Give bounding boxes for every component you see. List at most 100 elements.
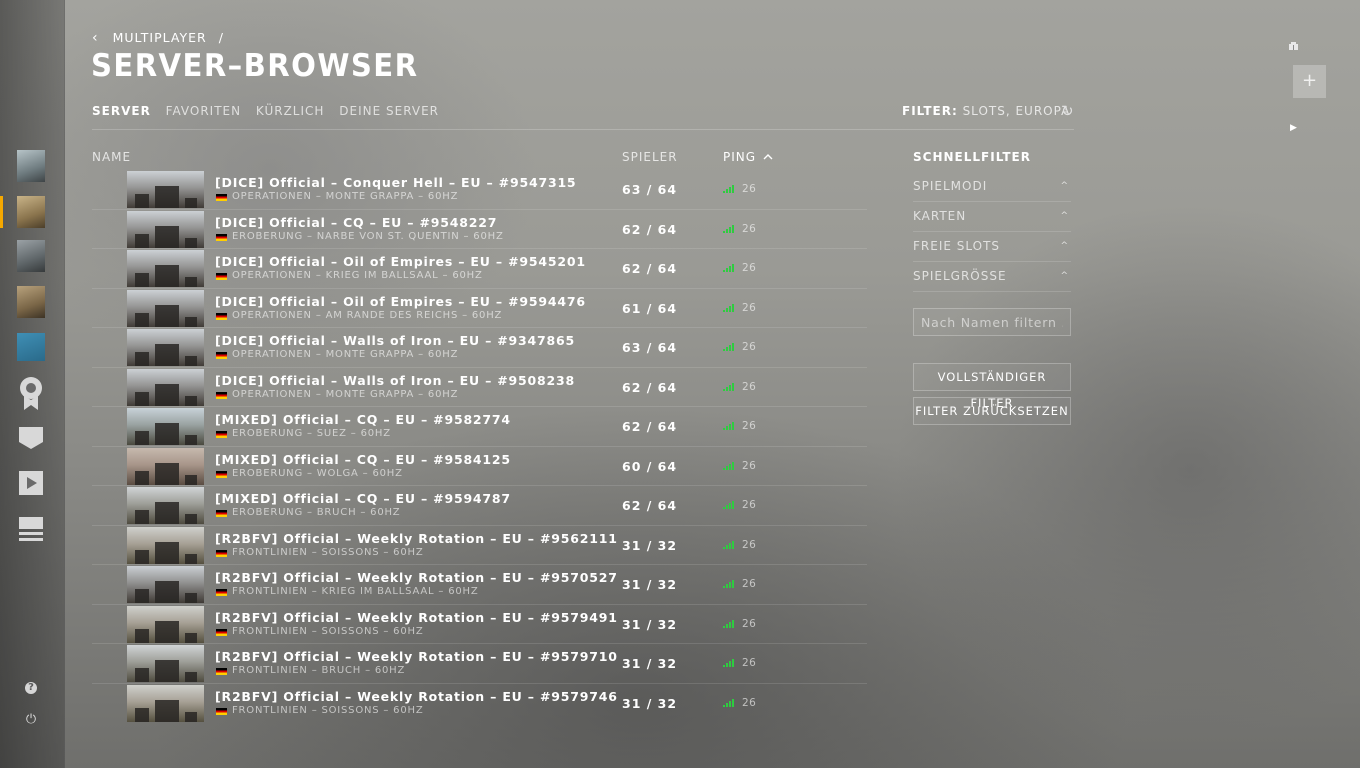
quickfilter-karten[interactable]: KARTEN ^ [913, 202, 1071, 232]
breadcrumb: ‹ MULTIPLAYER / [92, 30, 224, 46]
filter-summary[interactable]: FILTER: SLOTS, EUROPA [902, 104, 1070, 118]
ping-bars-icon [723, 185, 735, 193]
ping-bars-icon [723, 619, 735, 628]
column-header-ping-label: PING [723, 150, 757, 164]
server-mode: OPERATIONEN – MONTE GRAPPA – 60HZ [232, 388, 459, 400]
server-players: 62 / 64 [622, 221, 678, 237]
tab-server[interactable]: SERVER [92, 104, 151, 118]
breadcrumb-separator: / [218, 30, 224, 45]
flag-de-icon [216, 549, 227, 557]
help-icon[interactable]: ? [25, 682, 37, 694]
rank-emblem-icon[interactable] [17, 333, 45, 361]
server-mode: OPERATIONEN – KRIEG IM BALLSAAL – 60HZ [232, 270, 483, 281]
chat-icon[interactable] [18, 426, 44, 450]
chevron-up-icon: ^ [1060, 211, 1069, 221]
server-row[interactable]: [R2BFV] Official – Weekly Rotation – EU … [92, 644, 867, 684]
server-ping: 26 [742, 262, 757, 274]
map-thumbnail [127, 210, 204, 248]
chevron-up-icon: ^ [1060, 241, 1069, 251]
soldier-class-assault-icon[interactable] [17, 150, 45, 182]
server-name: [MIXED] Official – CQ – EU – #9594787 [215, 491, 511, 506]
tab-kuerzlich[interactable]: KÜRZLICH [256, 104, 325, 118]
refresh-icon[interactable]: ↻ [1061, 102, 1074, 120]
column-header-ping[interactable]: PING [723, 150, 773, 164]
play-video-icon[interactable] [18, 470, 44, 496]
quickfilter-panel: SCHNELLFILTER SPIELMODI ^ KARTEN ^ FREIE… [913, 150, 1071, 292]
server-players: 31 / 32 [622, 616, 678, 632]
server-row[interactable]: [R2BFV] Official – Weekly Rotation – EU … [92, 565, 867, 605]
breadcrumb-parent[interactable]: MULTIPLAYER [113, 30, 207, 45]
add-friend-button[interactable]: + [1293, 65, 1326, 98]
server-row[interactable]: [MIXED] Official – CQ – EU – #9584125 ER… [92, 447, 867, 486]
power-icon[interactable]: ⏻ [25, 713, 37, 726]
server-row[interactable]: [DICE] Official – CQ – EU – #9548227 ERO… [92, 210, 867, 249]
server-row[interactable]: [MIXED] Official – CQ – EU – #9582774 ER… [92, 407, 867, 447]
server-mode: EROBERUNG – WOLGA – 60HZ [232, 467, 403, 479]
server-ping: 26 [742, 183, 757, 195]
server-players: 62 / 64 [622, 498, 678, 513]
server-players: 63 / 64 [622, 340, 678, 355]
server-row[interactable]: [R2BFV] Official – Weekly Rotation – EU … [92, 684, 867, 724]
quickfilter-label: KARTEN [913, 209, 967, 223]
server-row[interactable]: [DICE] Official – Walls of Iron – EU – #… [92, 368, 867, 407]
server-players: 31 / 32 [622, 695, 678, 711]
ping-bars-icon [723, 580, 735, 588]
server-mode: FRONTLINIEN – SOISSONS – 60HZ [232, 625, 424, 637]
reset-filter-button[interactable]: FILTER ZURÜCKSETZEN [913, 397, 1071, 425]
name-filter-input[interactable] [913, 308, 1071, 336]
quickfilter-freie-slots[interactable]: FREIE SLOTS ^ [913, 232, 1071, 262]
back-chevron-icon[interactable]: ‹ [92, 30, 99, 46]
server-players: 62 / 64 [622, 261, 678, 276]
server-players: 31 / 32 [622, 577, 678, 592]
column-header-name[interactable]: NAME [92, 150, 131, 164]
server-row[interactable]: [DICE] Official – Walls of Iron – EU – #… [92, 328, 867, 368]
server-mode: FRONTLINIEN – KRIEG IM BALLSAAL – 60HZ [232, 586, 479, 597]
ping-bars-icon [723, 698, 735, 707]
ping-bars-icon [723, 303, 735, 312]
ping-bars-icon [723, 461, 735, 470]
tab-deine-server[interactable]: DEINE SERVER [339, 104, 439, 118]
quickfilter-spielmodi[interactable]: SPIELMODI ^ [913, 172, 1071, 202]
server-players: 31 / 32 [622, 537, 678, 553]
server-row[interactable]: [DICE] Official – Oil of Empires – EU – … [92, 249, 867, 289]
quickfilter-spielgroesse[interactable]: SPIELGRÖSSE ^ [913, 262, 1071, 292]
server-list: [DICE] Official – Conquer Hell – EU – #9… [92, 170, 867, 723]
tab-favoriten[interactable]: FAVORITEN [166, 104, 241, 118]
active-indicator [0, 196, 3, 228]
flag-de-icon [216, 628, 227, 636]
map-thumbnail [127, 289, 204, 327]
server-players: 31 / 32 [622, 656, 678, 671]
server-row[interactable]: [DICE] Official – Oil of Empires – EU – … [92, 289, 867, 328]
ping-bars-icon [723, 382, 735, 391]
ping-bars-icon [723, 540, 735, 549]
map-thumbnail [127, 605, 204, 643]
server-row[interactable]: [R2BFV] Official – Weekly Rotation – EU … [92, 605, 867, 644]
map-thumbnail [127, 645, 204, 682]
server-row[interactable]: [MIXED] Official – CQ – EU – #9594787 ER… [92, 486, 867, 526]
menu-icon[interactable] [18, 516, 44, 542]
server-ping: 26 [742, 657, 757, 669]
column-header-players[interactable]: SPIELER [622, 150, 678, 164]
quickfilter-label: SPIELMODI [913, 179, 988, 193]
soldier-class-support-icon[interactable] [17, 240, 45, 272]
soldier-class-scout-icon[interactable] [17, 286, 45, 318]
flag-de-icon [216, 273, 227, 280]
soldier-class-medic-icon[interactable] [17, 196, 45, 228]
server-name: [R2BFV] Official – Weekly Rotation – EU … [215, 688, 618, 704]
chevron-up-icon: ^ [1060, 271, 1069, 281]
medal-icon[interactable] [18, 376, 44, 410]
party-icon[interactable] [1289, 42, 1298, 50]
server-row[interactable]: [DICE] Official – Conquer Hell – EU – #9… [92, 170, 867, 210]
play-icon[interactable]: ▶ [1290, 123, 1297, 133]
flag-de-icon [216, 312, 227, 320]
server-players: 61 / 64 [622, 300, 678, 316]
ping-bars-icon [723, 422, 735, 430]
server-players: 62 / 64 [622, 419, 678, 434]
server-row[interactable]: [R2BFV] Official – Weekly Rotation – EU … [92, 526, 867, 565]
server-name: [R2BFV] Official – Weekly Rotation – EU … [215, 530, 618, 546]
server-name: [MIXED] Official – CQ – EU – #9582774 [215, 412, 511, 427]
full-filter-button[interactable]: VOLLSTÄNDIGER FILTER [913, 363, 1071, 410]
flag-de-icon [216, 391, 227, 399]
server-mode: FRONTLINIEN – SOISSONS – 60HZ [232, 546, 424, 558]
flag-de-icon [216, 668, 227, 675]
